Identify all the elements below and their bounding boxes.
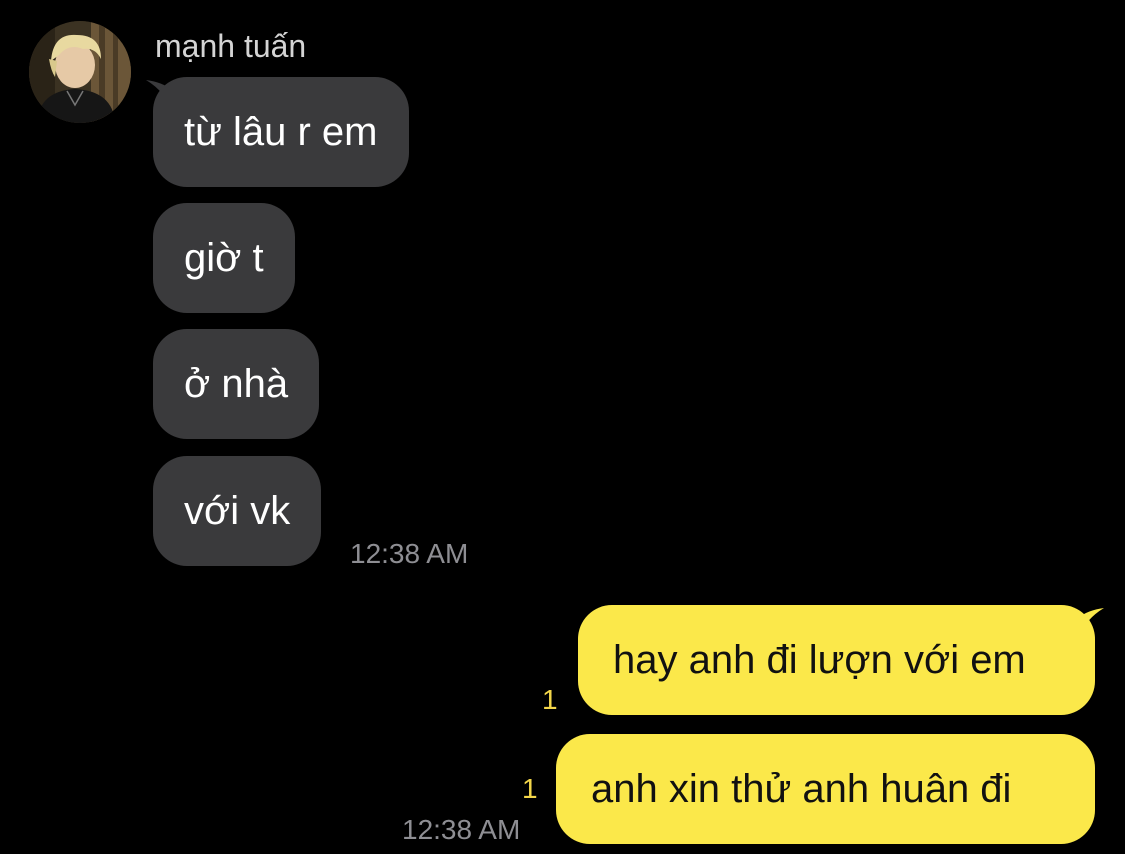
- incoming-message-bubble[interactable]: từ lâu r em: [153, 77, 409, 187]
- incoming-message-bubble[interactable]: ở nhà: [153, 329, 320, 439]
- sender-name: mạnh tuấn: [155, 28, 307, 64]
- avatar-photo-icon: [29, 21, 131, 123]
- contact-avatar[interactable]: [29, 21, 131, 123]
- message-text: ở nhà: [184, 362, 289, 406]
- message-text: anh xin thử anh huân đi: [591, 767, 1012, 811]
- message-text: giờ t: [184, 236, 264, 280]
- message-text: hay anh đi lượn với em: [613, 638, 1026, 682]
- message-text: với vk: [184, 489, 291, 533]
- incoming-timestamp: 12:38 AM: [350, 538, 469, 569]
- message-text: từ lâu r em: [184, 110, 378, 154]
- read-count: 1: [522, 773, 538, 804]
- incoming-message-bubble[interactable]: giờ t: [153, 203, 295, 313]
- outgoing-message-bubble[interactable]: anh xin thử anh huân đi: [556, 734, 1095, 844]
- outgoing-message-bubble[interactable]: hay anh đi lượn với em: [578, 605, 1095, 715]
- outgoing-timestamp: 12:38 AM: [402, 814, 521, 845]
- incoming-message-bubble[interactable]: với vk: [153, 456, 322, 566]
- read-count: 1: [542, 684, 558, 715]
